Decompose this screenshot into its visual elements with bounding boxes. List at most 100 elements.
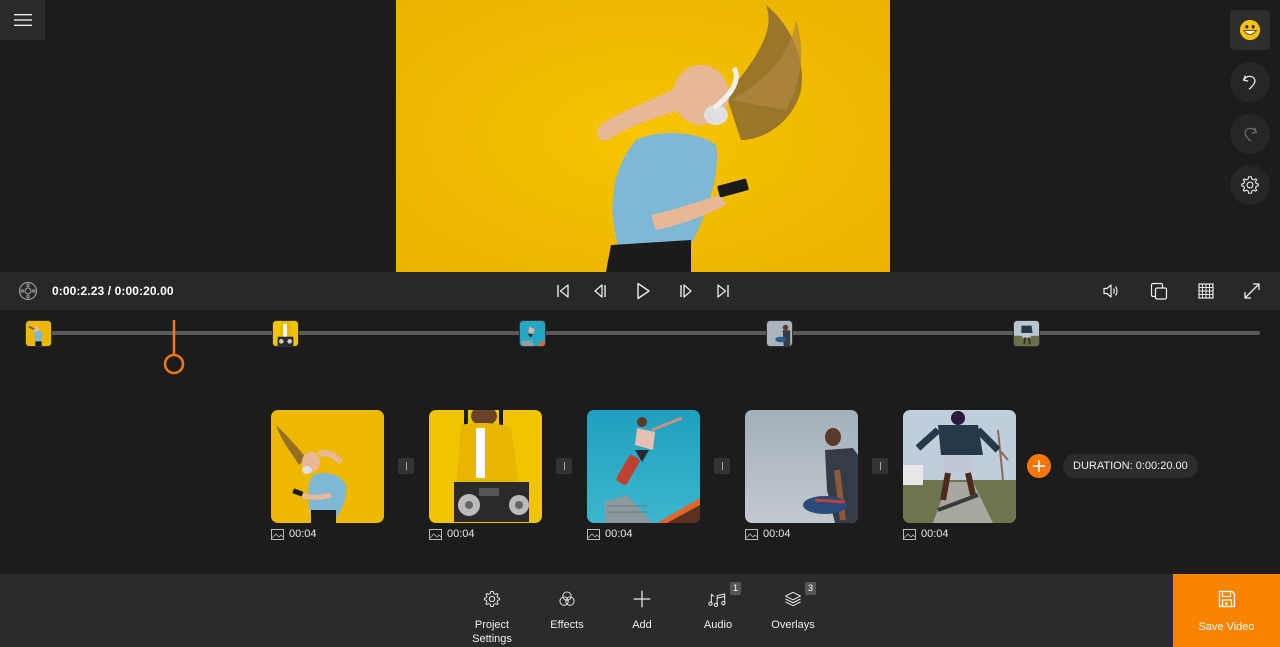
smiley-icon xyxy=(1239,19,1261,41)
effects-icon xyxy=(559,591,575,606)
play-button[interactable] xyxy=(632,280,654,302)
undo-icon xyxy=(1242,75,1256,90)
project-settings-button[interactable]: Project Settings xyxy=(457,574,527,647)
image-icon xyxy=(429,528,442,540)
save-video-label: Save Video xyxy=(1198,621,1255,633)
video-settings-button[interactable] xyxy=(17,280,39,302)
add-button[interactable]: Add xyxy=(607,574,677,647)
playback-controls: 0:00:2.23 / 0:00:20.00 xyxy=(0,272,1280,310)
gear-icon xyxy=(484,591,500,607)
transition-icon xyxy=(721,462,723,470)
grid-button[interactable] xyxy=(1195,280,1217,302)
clip-2-mini-thumbnail xyxy=(273,321,298,346)
aspect-ratio-button[interactable] xyxy=(1148,280,1170,302)
clip-4-duration-text: 00:04 xyxy=(763,528,791,540)
volume-button[interactable] xyxy=(1100,280,1122,302)
clip-1-mini-thumbnail xyxy=(26,321,51,346)
film-reel-icon xyxy=(18,281,38,301)
hamburger-menu-icon xyxy=(13,14,32,26)
timeline-marker-clip-1[interactable] xyxy=(25,320,52,347)
storyboard-clip-3[interactable] xyxy=(587,410,700,523)
save-video-button[interactable]: Save Video xyxy=(1173,574,1280,647)
storyboard-clip-5[interactable] xyxy=(903,410,1016,523)
floppy-disk-icon xyxy=(1218,590,1235,608)
transition-button-2[interactable] xyxy=(556,458,572,474)
audio-count-badge: 1 xyxy=(730,582,741,595)
clip-3-duration: 00:04 xyxy=(587,528,633,540)
timeline-marker-clip-3[interactable] xyxy=(519,320,546,347)
undo-button[interactable] xyxy=(1230,62,1270,102)
clip-1-thumbnail xyxy=(271,410,384,523)
add-clip-button[interactable] xyxy=(1027,454,1051,478)
transition-button-3[interactable] xyxy=(714,458,730,474)
clip-1-duration: 00:04 xyxy=(271,528,317,540)
bottom-toolbar: Project Settings Effects Add 1 Audio 3 O… xyxy=(0,574,1280,647)
audio-button[interactable]: 1 Audio xyxy=(683,574,753,647)
previous-frame-icon xyxy=(594,284,606,298)
overlays-count-badge: 3 xyxy=(805,582,816,595)
storyboard-clip-4[interactable] xyxy=(745,410,858,523)
skip-to-start-button[interactable] xyxy=(552,280,574,302)
transition-icon xyxy=(405,462,407,470)
clip-4-thumbnail xyxy=(745,410,858,523)
feedback-button[interactable] xyxy=(1230,10,1270,50)
next-frame-button[interactable] xyxy=(674,280,696,302)
audio-label: Audio xyxy=(703,619,733,631)
clip-5-duration: 00:04 xyxy=(903,528,949,540)
play-icon xyxy=(637,282,650,300)
plus-icon xyxy=(633,590,651,608)
grid-icon xyxy=(1198,283,1214,299)
timeline-marker-clip-4[interactable] xyxy=(766,320,793,347)
preview-frame-image xyxy=(396,0,890,272)
fullscreen-button[interactable] xyxy=(1241,280,1263,302)
project-settings-label: Project Settings xyxy=(472,618,512,646)
skip-to-start-icon xyxy=(557,284,569,298)
image-icon xyxy=(587,528,600,540)
storyboard-clip-1[interactable] xyxy=(271,410,384,523)
video-preview[interactable] xyxy=(396,0,890,272)
transition-icon xyxy=(563,462,565,470)
clip-3-duration-text: 00:04 xyxy=(605,528,633,540)
music-note-icon xyxy=(708,593,726,607)
add-label: Add xyxy=(632,619,652,631)
next-frame-icon xyxy=(680,284,692,298)
clip-5-mini-thumbnail xyxy=(1014,321,1039,346)
playhead[interactable] xyxy=(162,320,186,376)
skip-to-end-button[interactable] xyxy=(712,280,734,302)
storyboard-clip-2[interactable] xyxy=(429,410,542,523)
overlays-label: Overlays xyxy=(771,619,815,631)
redo-icon xyxy=(1244,127,1258,142)
playhead-handle-icon xyxy=(164,320,185,375)
timeline-scrubber[interactable] xyxy=(0,310,1280,390)
image-icon xyxy=(271,528,284,540)
layers-icon xyxy=(785,591,801,607)
previous-frame-button[interactable] xyxy=(590,280,612,302)
clip-2-duration: 00:04 xyxy=(429,528,475,540)
image-icon xyxy=(745,528,758,540)
transition-button-1[interactable] xyxy=(398,458,414,474)
timeline-marker-clip-2[interactable] xyxy=(272,320,299,347)
clip-5-duration-text: 00:04 xyxy=(921,528,949,540)
aspect-ratio-icon xyxy=(1150,282,1168,300)
clip-5-thumbnail xyxy=(903,410,1016,523)
gear-icon xyxy=(1241,176,1259,194)
overlays-button[interactable]: 3 Overlays xyxy=(758,574,828,647)
volume-icon xyxy=(1103,284,1118,298)
menu-button[interactable] xyxy=(0,0,45,40)
clip-1-duration-text: 00:04 xyxy=(289,528,317,540)
timeline-marker-clip-5[interactable] xyxy=(1013,320,1040,347)
clip-4-mini-thumbnail xyxy=(767,321,792,346)
clip-3-thumbnail xyxy=(587,410,700,523)
project-settings-label-line2: Settings xyxy=(472,633,512,645)
redo-button[interactable] xyxy=(1230,114,1270,154)
transition-button-4[interactable] xyxy=(872,458,888,474)
timeline-track[interactable] xyxy=(38,331,1260,335)
video-editor: 0:00:2.23 / 0:00:20.00 00:04 00:04 00:04… xyxy=(0,0,1280,647)
effects-button[interactable]: Effects xyxy=(532,574,602,647)
total-duration-label: DURATION: 0:00:20.00 xyxy=(1063,454,1198,478)
clip-3-mini-thumbnail xyxy=(520,321,545,346)
settings-button[interactable] xyxy=(1230,165,1270,205)
image-icon xyxy=(903,528,916,540)
clip-2-thumbnail xyxy=(429,410,542,523)
plus-icon xyxy=(1033,460,1045,472)
